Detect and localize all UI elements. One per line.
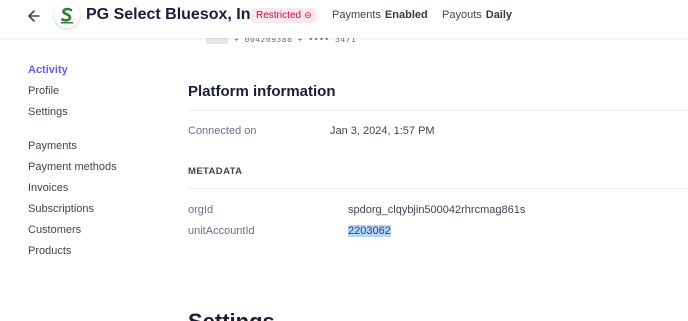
company-logo [54, 2, 80, 28]
status-badge-label: Restricted [256, 10, 302, 21]
status-badge[interactable]: Restricted ⊖ [251, 8, 317, 23]
sidebar-item-payments[interactable]: Payments [28, 140, 77, 152]
selected-text[interactable]: 2203062 [348, 225, 391, 237]
metadata-heading: METADATA [188, 166, 243, 177]
metadata-divider [188, 188, 688, 189]
connected-on-value: Jan 3, 2024, 1:57 PM [330, 125, 435, 137]
metadata-value-orgid[interactable]: spdorg_clqybjin500042rhrcmag861s [348, 204, 525, 216]
payouts-value: Daily [485, 9, 513, 21]
payments-label: Payments [332, 9, 381, 21]
sidebar-item-payment-methods[interactable]: Payment methods [28, 161, 117, 173]
sidebar-item-subscriptions[interactable]: Subscriptions [28, 203, 94, 215]
payouts-label: Payouts [442, 9, 482, 21]
payments-status: Payments Enabled [332, 9, 428, 21]
metadata-key-unitaccountid: unitAccountId [188, 225, 255, 237]
sidebar-item-settings[interactable]: Settings [28, 106, 68, 118]
sidebar-item-invoices[interactable]: Invoices [28, 182, 68, 194]
back-arrow-icon[interactable] [24, 6, 46, 26]
payments-value: Enabled [384, 9, 428, 21]
section-divider [188, 110, 688, 111]
account-header: PG Select Bluesox, Inc. Restricted ⊖ Pay… [0, 0, 688, 38]
connected-on-label: Connected on [188, 125, 257, 137]
metadata-key-orgid: orgId [188, 204, 214, 216]
restricted-icon: ⊖ [304, 10, 312, 20]
company-name: PG Select Bluesox, Inc. [86, 6, 264, 23]
sidebar-item-profile[interactable]: Profile [28, 85, 59, 97]
payouts-status: Payouts Daily [442, 9, 512, 21]
metadata-value-unitaccountid[interactable]: 2203062 [348, 225, 391, 237]
settings-section-title: Settings [188, 309, 275, 321]
sidebar-item-activity[interactable]: Activity [28, 64, 68, 76]
platform-info-title: Platform information [188, 83, 336, 100]
sidebar-item-products[interactable]: Products [28, 245, 71, 257]
sidebar-item-customers[interactable]: Customers [28, 224, 81, 236]
